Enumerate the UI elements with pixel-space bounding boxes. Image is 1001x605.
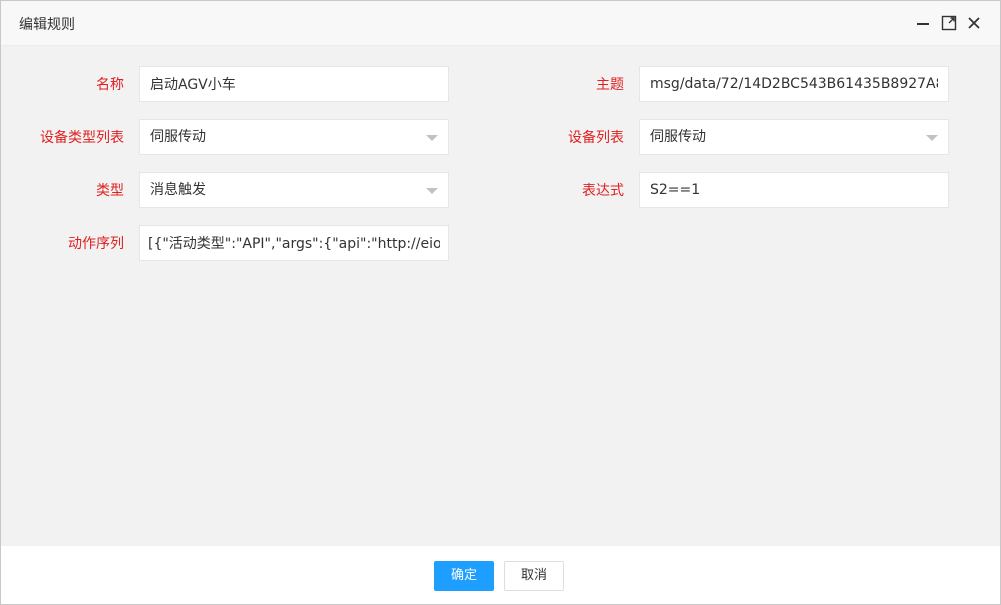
cancel-button[interactable]: 取消	[504, 561, 564, 591]
action-sequence-input[interactable]	[139, 225, 449, 261]
device-type-list-value: 伺服传动	[150, 129, 206, 145]
maximize-icon[interactable]	[941, 15, 957, 31]
dialog-titlebar[interactable]: 编辑规则	[1, 1, 1000, 46]
chevron-down-icon	[426, 135, 438, 141]
dialog-title: 编辑规则	[19, 17, 75, 33]
edit-rule-dialog: 编辑规则 名称 主题 设备类型列表 伺服传动 设备列表 伺服传动	[0, 0, 1001, 605]
name-label: 名称	[96, 77, 124, 93]
type-label: 类型	[96, 183, 124, 199]
chevron-down-icon	[426, 188, 438, 194]
expression-input[interactable]	[639, 172, 949, 208]
dialog-body: 名称 主题 设备类型列表 伺服传动 设备列表 伺服传动 类型 消息触发 表达式 …	[1, 46, 1000, 545]
close-icon[interactable]	[966, 15, 982, 31]
device-list-label: 设备列表	[568, 130, 624, 146]
minimize-icon[interactable]	[915, 15, 931, 31]
topic-input[interactable]	[639, 66, 949, 102]
chevron-down-icon	[926, 135, 938, 141]
device-list-value: 伺服传动	[650, 129, 706, 145]
device-type-list-select[interactable]: 伺服传动	[139, 119, 449, 155]
device-type-list-label: 设备类型列表	[40, 130, 124, 146]
action-sequence-label: 动作序列	[68, 236, 124, 252]
device-list-select[interactable]: 伺服传动	[639, 119, 949, 155]
type-select[interactable]: 消息触发	[139, 172, 449, 208]
expression-label: 表达式	[582, 183, 624, 199]
topic-label: 主题	[596, 77, 624, 93]
confirm-button[interactable]: 确定	[434, 561, 494, 591]
dialog-footer: 确定 取消	[1, 546, 1000, 604]
name-input[interactable]	[139, 66, 449, 102]
type-value: 消息触发	[150, 182, 206, 198]
